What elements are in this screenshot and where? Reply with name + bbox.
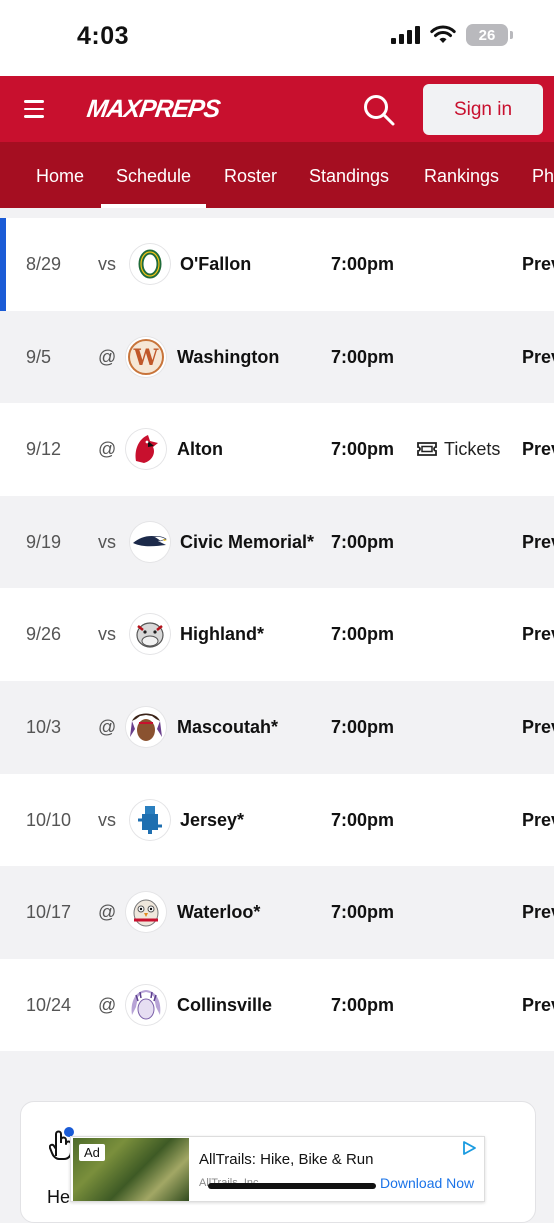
game-date: 9/19 xyxy=(26,531,62,552)
game-date: 9/26 xyxy=(26,624,62,645)
preview-link[interactable]: Prev xyxy=(522,403,554,495)
tab-photos[interactable]: Ph xyxy=(532,142,554,208)
preview-link[interactable]: Prev xyxy=(522,218,554,310)
cellular-signal-icon xyxy=(391,26,420,44)
sign-in-button[interactable]: Sign in xyxy=(423,84,543,135)
preview-link[interactable]: Prev xyxy=(522,496,554,588)
ofallon-logo-icon xyxy=(130,244,170,284)
highland-logo-icon xyxy=(130,614,170,655)
home-indicator[interactable] xyxy=(208,1183,376,1189)
game-time: 7:00pm xyxy=(331,716,395,737)
status-bar: 4:03 26 xyxy=(0,0,554,76)
game-row[interactable]: 10/10 vs Jersey* 7:00pm Prev xyxy=(0,773,554,867)
ad-title: AllTrails: Hike, Bike & Run xyxy=(199,1151,374,1168)
tickets-label: Tickets xyxy=(444,439,501,460)
battery-level: 26 xyxy=(478,26,496,44)
game-row[interactable]: 10/24 @ Collinsville 7:00pm Prev xyxy=(0,958,554,1052)
tickets-link[interactable]: Tickets xyxy=(416,403,500,495)
game-time: 7:00pm xyxy=(331,902,395,923)
opponent-name[interactable]: Waterloo* xyxy=(177,866,260,958)
home-away-indicator: vs xyxy=(98,809,116,830)
game-date: 9/5 xyxy=(26,346,52,367)
opponent-name[interactable]: Mascoutah* xyxy=(177,681,278,773)
opponent-name[interactable]: Alton xyxy=(177,403,223,495)
game-time: 7:00pm xyxy=(331,439,395,460)
civic-memorial-logo-icon xyxy=(130,521,170,562)
ticket-icon xyxy=(417,442,437,457)
game-row[interactable]: 9/5 @ W Washington 7:00pm Prev xyxy=(0,310,554,404)
waterloo-logo-icon xyxy=(126,892,166,933)
game-row[interactable]: 9/19 vs Civic Memorial* 7:00pm Prev xyxy=(0,495,554,589)
game-date: 10/24 xyxy=(26,994,72,1015)
opponent-name[interactable]: O'Fallon xyxy=(180,218,251,310)
status-icons: 26 xyxy=(391,24,513,46)
game-row[interactable]: 9/26 vs Highland* 7:00pm Prev xyxy=(0,588,554,681)
opponent-name[interactable]: Collinsville xyxy=(177,959,272,1051)
game-time: 7:00pm xyxy=(331,254,395,274)
alton-logo-icon xyxy=(126,429,166,470)
game-row[interactable]: 9/12 @ Alton 7:00pm Tickets Prev xyxy=(0,403,554,496)
app-header: MAXPREPS Sign in xyxy=(0,76,554,142)
game-time: 7:00pm xyxy=(331,346,395,367)
game-date: 9/12 xyxy=(26,439,62,460)
game-time: 7:00pm xyxy=(331,531,395,552)
home-away-indicator: vs xyxy=(98,624,116,645)
search-icon[interactable] xyxy=(362,93,396,127)
game-time: 7:00pm xyxy=(331,994,395,1015)
preview-link[interactable]: Prev xyxy=(522,774,554,866)
maxpreps-logo[interactable]: MAXPREPS xyxy=(85,92,222,126)
schedule-list: 8/29 vs O'Fallon 7:00pm Prev 9/5 @ W Was… xyxy=(0,218,554,1052)
game-date: 10/17 xyxy=(26,902,72,923)
preview-link[interactable]: Prev xyxy=(522,681,554,773)
collinsville-logo-icon xyxy=(126,984,166,1025)
preview-link[interactable]: Prev xyxy=(522,959,554,1051)
tab-roster[interactable]: Roster xyxy=(224,142,277,208)
home-away-indicator: @ xyxy=(98,439,117,460)
ad-banner[interactable]: Ad AllTrails: Hike, Bike & Run AllTrails… xyxy=(70,1136,485,1202)
game-date: 8/29 xyxy=(26,254,62,274)
battery-icon: 26 xyxy=(466,24,513,46)
card-text: He xyxy=(47,1187,71,1207)
game-date: 10/3 xyxy=(26,716,62,737)
washington-logo-icon: W xyxy=(126,336,166,377)
game-row[interactable]: 10/17 @ Waterloo* 7:00pm Prev xyxy=(0,866,554,959)
home-away-indicator: @ xyxy=(98,716,117,737)
game-time: 7:00pm xyxy=(331,809,395,830)
home-away-indicator: @ xyxy=(98,902,117,923)
preview-link[interactable]: Prev xyxy=(522,311,554,403)
home-away-indicator: @ xyxy=(98,994,117,1015)
tab-rankings[interactable]: Rankings xyxy=(424,142,499,208)
opponent-name[interactable]: Highland* xyxy=(180,588,264,680)
game-row[interactable]: 10/3 @ Mascoutah* 7:00pm Prev xyxy=(0,680,554,774)
tab-schedule[interactable]: Schedule xyxy=(100,142,207,208)
jersey-logo-icon xyxy=(130,799,170,840)
svg-text:W: W xyxy=(133,345,159,371)
menu-icon[interactable] xyxy=(24,100,44,118)
logo-text: MAXPREPS xyxy=(85,94,222,123)
game-time: 7:00pm xyxy=(331,624,395,645)
game-row[interactable]: 8/29 vs O'Fallon 7:00pm Prev xyxy=(0,218,554,311)
game-date: 10/10 xyxy=(26,809,72,830)
wifi-icon xyxy=(430,25,456,43)
team-nav-tabs: Home Schedule Roster Standings Rankings … xyxy=(0,142,554,208)
tab-standings[interactable]: Standings xyxy=(309,142,389,208)
opponent-name[interactable]: Civic Memorial* xyxy=(180,496,314,588)
opponent-name[interactable]: Jersey* xyxy=(180,774,244,866)
home-away-indicator: vs xyxy=(98,531,116,552)
ad-download-button[interactable]: Download Now xyxy=(380,1175,474,1191)
home-away-indicator: vs xyxy=(98,254,116,274)
mascoutah-logo-icon xyxy=(126,706,166,747)
home-away-indicator: @ xyxy=(98,346,117,367)
preview-link[interactable]: Prev xyxy=(522,588,554,680)
status-time: 4:03 xyxy=(77,22,130,50)
preview-link[interactable]: Prev xyxy=(522,866,554,958)
ad-badge: Ad xyxy=(79,1144,105,1161)
opponent-name[interactable]: Washington xyxy=(177,311,279,403)
ad-choices-icon[interactable] xyxy=(462,1141,476,1155)
ad-image: Ad xyxy=(73,1138,189,1201)
tab-home[interactable]: Home xyxy=(36,142,84,208)
